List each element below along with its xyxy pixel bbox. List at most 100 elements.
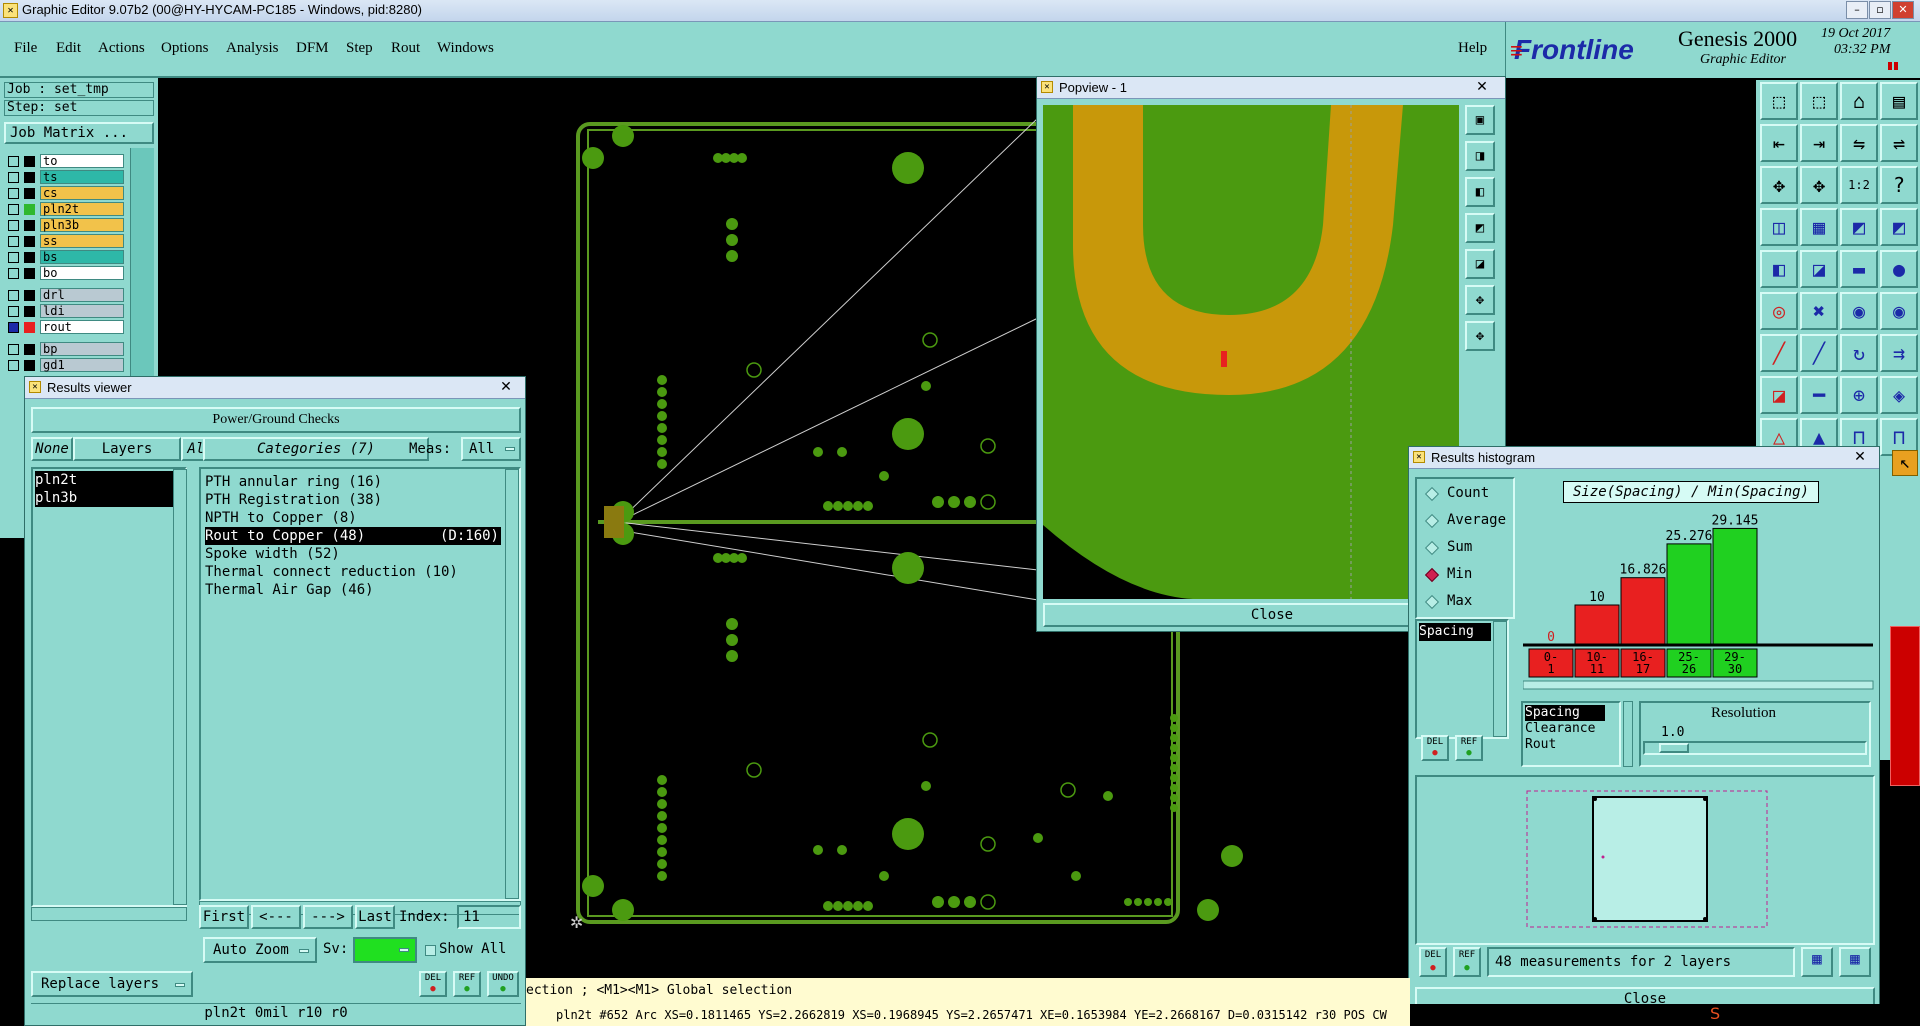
ref-button[interactable]: REF ● [453,971,481,997]
pv-pan-icon[interactable]: ✥ [1465,321,1495,351]
snap-alt-icon[interactable]: ◩ [1880,208,1918,246]
menu-windows[interactable]: Windows [437,40,494,57]
target-icon[interactable]: ⊕ [1840,376,1878,414]
list-item[interactable]: Spacing [1525,705,1605,721]
save-icon[interactable]: ⬚ [1800,82,1838,120]
radio-indicator[interactable] [1424,540,1440,556]
link-alt-icon[interactable]: ◉ [1880,292,1918,330]
radio-indicator[interactable] [1424,486,1440,502]
layer-checkbox[interactable] [8,344,19,355]
help-icon[interactable]: ? [1880,166,1918,204]
show-all-checkbox[interactable] [425,945,436,956]
layer-row-ldi[interactable]: ldi [8,304,124,319]
layer-color-swatch[interactable] [24,172,35,183]
dot-icon[interactable]: ● [1880,250,1918,288]
layer-row-gd1[interactable]: gd1 [8,358,124,373]
none-button[interactable]: None [31,437,73,461]
left-list-scrollbar[interactable] [1493,621,1507,737]
layer-row-bp[interactable]: bp [8,342,124,357]
layer-color-swatch[interactable] [24,322,35,333]
layer-row-bo[interactable]: bo [8,266,124,281]
cross-icon[interactable]: ✖ [1800,292,1838,330]
maximize-button[interactable]: ▫ [1869,1,1891,19]
close-icon[interactable]: ✕ [1467,78,1497,96]
open-icon[interactable]: ⬚ [1760,82,1798,120]
layer-row-to[interactable]: to [8,154,124,169]
layer-row-drl[interactable]: drl [8,288,124,303]
layers-button[interactable]: Layers [73,437,181,461]
layer-checkbox[interactable] [8,252,19,263]
resolution-slider-thumb[interactable] [1659,743,1689,753]
list-item[interactable]: pln2t [35,471,173,489]
menu-help[interactable]: Help [1458,40,1487,57]
layer-color-swatch[interactable] [24,188,35,199]
hist-del-button[interactable]: DEL ● [1421,735,1449,761]
layer-color-swatch[interactable] [24,290,35,301]
preview-del-button[interactable]: DEL ● [1419,947,1447,977]
category-item[interactable]: PTH annular ring (16) [205,473,501,491]
last-button[interactable]: Last [355,905,395,929]
layer-color-swatch[interactable] [24,360,35,371]
pv-print-icon[interactable]: ◧ [1465,177,1495,207]
menu-step[interactable]: Step [346,40,373,57]
prev-button[interactable]: <--- [251,905,301,929]
layer-row-rout[interactable]: rout [8,320,124,335]
category-item[interactable]: NPTH to Copper (8) [205,509,501,527]
pv-in-icon[interactable]: ◩ [1465,213,1495,243]
print-button[interactable]: ▦ [1839,947,1871,977]
next-button[interactable]: ---> [303,905,353,929]
menu-file[interactable]: File [14,40,37,57]
index-input[interactable]: 11 [457,905,521,929]
layer-checkbox[interactable] [8,220,19,231]
menu-options[interactable]: Options [161,40,209,57]
layer-name[interactable]: ldi [40,304,124,318]
shape-icon[interactable]: ◪ [1800,250,1838,288]
type-list-scrollbar[interactable] [1623,701,1633,767]
close-window-button[interactable]: ✕ [1892,1,1914,19]
category-item[interactable]: Thermal connect reduction (10) [205,563,501,581]
menu-analysis[interactable]: Analysis [226,40,279,57]
minimize-button[interactable]: – [1846,1,1868,19]
layer-name[interactable]: rout [40,320,124,334]
layer-checkbox[interactable] [8,322,19,333]
category-item[interactable]: Thermal Air Gap (46) [205,581,501,599]
list-item[interactable]: Rout [1525,737,1605,753]
sv-color-dropdown[interactable] [353,937,417,963]
export-button[interactable]: ▦ [1801,947,1833,977]
pv-out-icon[interactable]: ◪ [1465,249,1495,279]
layer-color-swatch[interactable] [24,344,35,355]
del-button[interactable]: DEL ● [419,971,447,997]
preview-ref-button[interactable]: REF ● [1453,947,1481,977]
layer-checkbox[interactable] [8,236,19,247]
layer-checkbox[interactable] [8,268,19,279]
tray-icon[interactable]: S [1710,1004,1742,1026]
layer-list-scrollbar[interactable] [173,469,187,905]
layer-checkbox[interactable] [8,172,19,183]
hist-ref-button[interactable]: REF ● [1455,735,1483,761]
line-icon[interactable]: ╱ [1760,334,1798,372]
resolution-slider-track[interactable] [1643,741,1867,755]
list-item[interactable]: pln3b [35,489,173,507]
radio-indicator[interactable] [1424,567,1440,583]
layer-list-hscroll[interactable] [31,907,187,921]
forward-icon[interactable]: ⇥ [1800,124,1838,162]
layer-name[interactable]: pln2t [40,202,124,216]
histogram-bar[interactable] [1712,527,1758,646]
categories-button[interactable]: Categories (7) [203,437,429,461]
layer-color-swatch[interactable] [24,252,35,263]
layer-row-ts[interactable]: ts [8,170,124,185]
close-icon[interactable]: ✕ [1845,448,1875,466]
first-button[interactable]: First [199,905,249,929]
job-matrix-button[interactable]: Job Matrix ... [4,122,154,144]
layout-icon[interactable]: ▤ [1880,82,1918,120]
pv-fit-icon[interactable]: ▣ [1465,105,1495,135]
category-scrollbar[interactable] [505,469,519,899]
layer-checkbox[interactable] [8,204,19,215]
layer-row-bs[interactable]: bs [8,250,124,265]
layer-name[interactable]: pln3b [40,218,124,232]
list-item[interactable]: Spacing [1419,623,1491,641]
cursor-tool-icon[interactable]: ↖ [1892,450,1918,476]
rotate-icon[interactable]: ↻ [1840,334,1878,372]
layer-color-swatch[interactable] [24,204,35,215]
layer-name[interactable]: bp [40,342,124,356]
